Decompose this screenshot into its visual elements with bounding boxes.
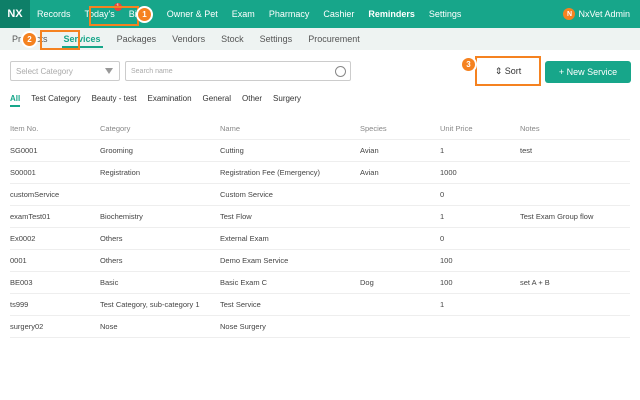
sub-nav-bar: Products Services Packages Vendors Stock…: [0, 28, 640, 50]
cell: Demo Exam Service: [220, 256, 289, 265]
tab-stock[interactable]: Stock: [213, 28, 252, 50]
category-tab-surgery[interactable]: Surgery: [273, 94, 301, 103]
cell: SG0001: [10, 146, 38, 155]
tab-packages[interactable]: Packages: [109, 28, 165, 50]
cell: S00001: [10, 168, 36, 177]
cell: set A + B: [520, 278, 550, 287]
column-header: Species: [360, 124, 387, 133]
cell: Test Category, sub-category 1: [100, 300, 200, 309]
cell: Test Service: [220, 300, 261, 309]
category-tab-test-category[interactable]: Test Category: [31, 94, 80, 103]
cell: surgery02: [10, 322, 44, 331]
table-row[interactable]: Ex0002 Others External Exam 0: [10, 228, 630, 250]
category-tab-beauty-test[interactable]: Beauty - test: [92, 94, 137, 103]
cell: customService: [10, 190, 60, 199]
search-icon[interactable]: [335, 66, 346, 77]
category-tab-general[interactable]: General: [203, 94, 231, 103]
cell: test: [520, 146, 533, 155]
table-row[interactable]: S00001 Registration Registration Fee (Em…: [10, 162, 630, 184]
annotation-highlight-1: [89, 6, 139, 26]
cell: Custom Service: [220, 190, 273, 199]
tab-settings[interactable]: Settings: [252, 28, 301, 50]
category-select[interactable]: Select Category: [10, 61, 120, 81]
cell: BE003: [10, 278, 33, 287]
search-placeholder: Search name: [131, 67, 173, 75]
category-tab-examination[interactable]: Examination: [148, 94, 192, 103]
cell: Grooming: [100, 146, 133, 155]
cell: Nose: [100, 322, 118, 331]
table-row[interactable]: examTest01 Biochemistry Test Flow 1 Test…: [10, 206, 630, 228]
annotation-marker-2: 2: [21, 31, 38, 48]
annotation-highlight-2: [40, 30, 80, 50]
cell: Avian: [360, 168, 379, 177]
cell: Ex0002: [10, 234, 36, 243]
cell: Others: [100, 234, 123, 243]
nav-settings[interactable]: Settings: [422, 0, 469, 28]
cell: Others: [100, 256, 123, 265]
cell: 0001: [10, 256, 27, 265]
table-row[interactable]: customService Custom Service 0: [10, 184, 630, 206]
cell: Test Flow: [220, 212, 252, 221]
cell: 1: [440, 212, 445, 221]
cell: Test Exam Group flow: [520, 212, 594, 221]
nav-owner-pet[interactable]: Owner & Pet: [160, 0, 225, 28]
category-tabs: All Test Category Beauty - test Examinat…: [10, 94, 312, 107]
cell: 100: [440, 256, 453, 265]
column-header: Item No.: [10, 124, 39, 133]
table-row[interactable]: BE003 Basic Basic Exam C Dog 100 set A +…: [10, 272, 630, 294]
column-header: Category: [100, 124, 131, 133]
cell: Registration: [100, 168, 141, 177]
table-row[interactable]: SG0001 Grooming Cutting Avian 1 test: [10, 140, 630, 162]
search-input[interactable]: Search name: [125, 61, 351, 81]
category-tab-other[interactable]: Other: [242, 94, 262, 103]
cell: Cutting: [220, 146, 244, 155]
app-logo[interactable]: NX: [0, 0, 30, 28]
table-header: Item No. Category Name Species Unit Pric…: [10, 118, 630, 140]
cell: 1: [440, 300, 445, 309]
nav-records[interactable]: Records: [30, 0, 78, 28]
new-service-button[interactable]: + New Service: [545, 61, 631, 83]
cell: Dog: [360, 278, 374, 287]
nav-reminders[interactable]: Reminders: [361, 0, 422, 28]
tab-vendors[interactable]: Vendors: [164, 28, 213, 50]
annotation-marker-1: 1: [136, 6, 153, 23]
nav-cashier[interactable]: Cashier: [316, 0, 361, 28]
cell: Basic Exam C: [220, 278, 268, 287]
table-row[interactable]: 0001 Others Demo Exam Service 100: [10, 250, 630, 272]
cell: examTest01: [10, 212, 51, 221]
cell: ts999: [10, 300, 29, 309]
column-header: Unit Price: [440, 124, 473, 133]
cell: Nose Surgery: [220, 322, 266, 331]
annotation-highlight-3: [475, 56, 541, 86]
services-table: Item No. Category Name Species Unit Pric…: [10, 118, 630, 338]
nav-pharmacy[interactable]: Pharmacy: [262, 0, 317, 28]
annotation-marker-3: 3: [460, 56, 477, 73]
column-header: Name: [220, 124, 241, 133]
column-header: Notes: [520, 124, 540, 133]
cell: Registration Fee (Emergency): [220, 168, 321, 177]
category-select-placeholder: Select Category: [16, 66, 73, 76]
chevron-down-icon: [105, 68, 113, 74]
nav-exam[interactable]: Exam: [225, 0, 262, 28]
user-name: NxVet Admin: [578, 9, 630, 19]
cell: External Exam: [220, 234, 269, 243]
cell: Biochemistry: [100, 212, 143, 221]
avatar: N: [563, 8, 576, 20]
cell: Basic: [100, 278, 119, 287]
user-menu[interactable]: N NxVet Admin: [563, 0, 630, 28]
category-tab-all[interactable]: All: [10, 94, 21, 107]
tab-procurement[interactable]: Procurement: [300, 28, 368, 50]
cell: 0: [440, 190, 445, 199]
cell: Avian: [360, 146, 379, 155]
cell: 0: [440, 234, 445, 243]
table-row[interactable]: ts999 Test Category, sub-category 1 Test…: [10, 294, 630, 316]
cell: 100: [440, 278, 453, 287]
table-row[interactable]: surgery02 Nose Nose Surgery: [10, 316, 630, 338]
cell: 1: [440, 146, 445, 155]
cell: 1000: [440, 168, 457, 177]
